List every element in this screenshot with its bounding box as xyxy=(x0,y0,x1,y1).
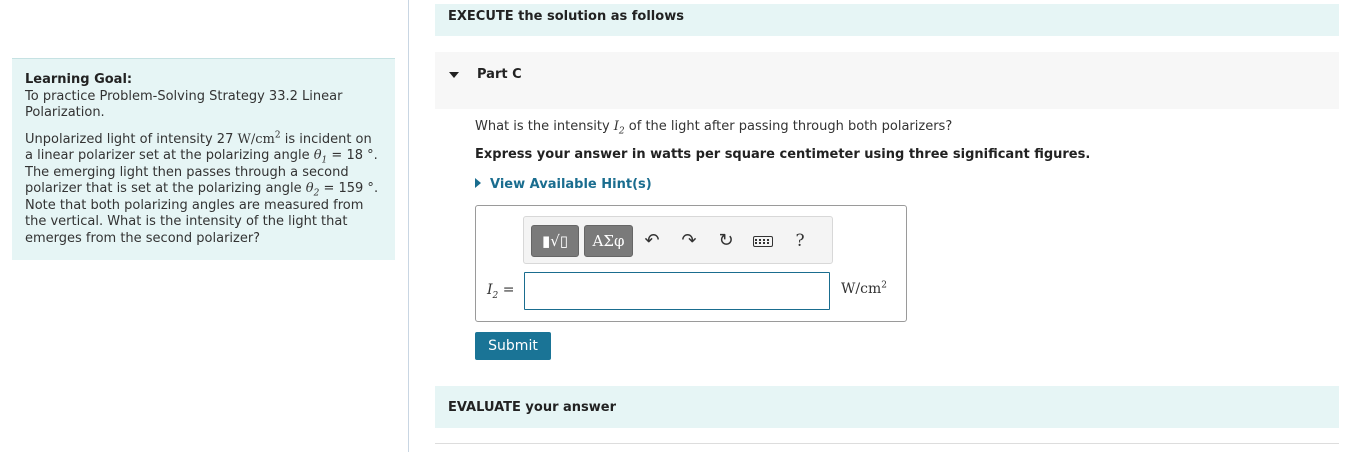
column-divider xyxy=(408,0,409,452)
reset-icon[interactable]: ↻ xyxy=(713,229,739,253)
question-variable: I2 xyxy=(613,119,625,137)
theta2-symbol: θ2 xyxy=(305,181,320,199)
submit-button[interactable]: Submit xyxy=(475,332,551,360)
answer-instruction: Express your answer in watts per square … xyxy=(475,147,1091,162)
caret-down-icon[interactable] xyxy=(449,72,459,78)
learning-goal-title: Learning Goal: xyxy=(25,72,133,87)
execute-section-header: EXECUTE the solution as follows xyxy=(435,4,1339,36)
theta2-value: = 159 ° xyxy=(319,181,374,196)
help-button[interactable]: ? xyxy=(787,229,813,253)
question-text: What is the intensity I2 of the light af… xyxy=(475,119,953,137)
view-hints-link[interactable]: View Available Hint(s) xyxy=(475,177,652,192)
part-c-header[interactable]: Part C xyxy=(435,52,1339,109)
redo-icon[interactable]: ↷ xyxy=(676,229,702,253)
undo-icon[interactable]: ↶ xyxy=(639,229,665,253)
evaluate-section-header: EVALUATE your answer xyxy=(435,386,1339,428)
greek-symbols-button[interactable]: ΑΣφ xyxy=(584,225,633,257)
theta1-symbol: θ1 xyxy=(313,148,328,166)
bottom-divider xyxy=(435,443,1339,444)
problem-statement: Unpolarized light of intensity 27 W/cm2 … xyxy=(25,130,383,248)
answer-box: ▮√▯ ΑΣφ ↶ ↷ ↻ ? I2 = W/cm2 xyxy=(475,205,907,322)
answer-variable-label: I2 = xyxy=(487,282,515,301)
learning-goal-box: Learning Goal: To practice Problem-Solvi… xyxy=(12,58,395,260)
learning-goal-text: To practice Problem-Solving Strategy 33.… xyxy=(25,88,343,121)
theta1-value: = 18 ° xyxy=(327,148,374,163)
answer-unit-label: W/cm2 xyxy=(841,280,887,297)
left-panel: Learning Goal: To practice Problem-Solvi… xyxy=(0,0,408,452)
hint-label: View Available Hint(s) xyxy=(490,177,652,192)
math-toolbar: ▮√▯ ΑΣφ ↶ ↷ ↻ ? xyxy=(523,216,833,264)
caret-right-icon xyxy=(475,178,481,188)
problem-text-1: Unpolarized light of intensity 27 xyxy=(25,131,238,147)
answer-input[interactable] xyxy=(524,272,830,310)
intensity-unit: W/cm2 xyxy=(237,130,281,147)
keyboard-icon[interactable] xyxy=(750,229,776,253)
templates-button[interactable]: ▮√▯ xyxy=(531,225,579,257)
part-title: Part C xyxy=(477,67,522,82)
